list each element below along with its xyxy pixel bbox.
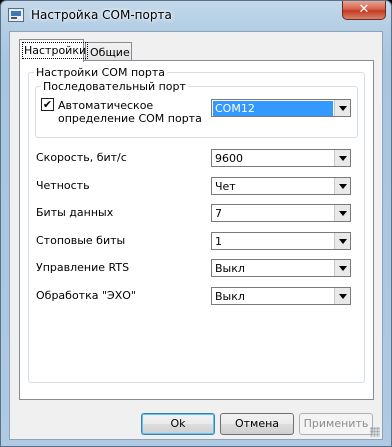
tab-general[interactable]: Общие [85, 42, 132, 61]
chevron-down-icon[interactable] [334, 178, 350, 194]
cancel-button[interactable]: Отмена [220, 413, 294, 435]
echo-handling-select[interactable]: Выкл [211, 287, 351, 305]
echo-handling-label: Обработка "ЭХО" [36, 289, 136, 302]
echo-handling-value: Выкл [215, 290, 245, 303]
tab-general-label: Общие [90, 46, 130, 59]
apply-button[interactable]: Применить [299, 413, 373, 435]
com-settings-group-title: Настройки COM порта [34, 66, 167, 79]
tab-settings[interactable]: Настройки [19, 39, 89, 62]
auto-detect-label-line1: Автоматическое [58, 99, 154, 112]
com-settings-group: Настройки COM порта Последовательный пор… [28, 66, 365, 383]
chevron-down-icon[interactable] [334, 100, 350, 116]
data-bits-label: Биты данных [36, 206, 114, 219]
serial-port-group: Последовательный порт ✔ Автоматическое о… [35, 80, 358, 138]
baud-rate-select[interactable]: 9600 [211, 149, 351, 167]
auto-detect-label-line2: определение COM порта [58, 112, 202, 125]
close-button[interactable]: ✕ [342, 1, 386, 20]
chevron-down-icon[interactable] [334, 150, 350, 166]
dialog-client-area: Настройки Общие Настройки COM порта Посл… [9, 31, 383, 440]
baud-rate-label: Скорость, бит/с [36, 151, 127, 164]
baud-rate-value: 9600 [215, 152, 243, 165]
resize-grip-icon[interactable] [370, 427, 380, 437]
stop-bits-value: 1 [215, 235, 222, 248]
window-title: Настройка COM-порта [31, 8, 172, 22]
auto-detect-checkbox[interactable]: ✔ [41, 98, 54, 111]
rts-control-select[interactable]: Выкл [211, 259, 351, 277]
stop-bits-select[interactable]: 1 [211, 232, 351, 250]
data-bits-select[interactable]: 7 [211, 204, 351, 222]
tab-settings-label: Настройки [21, 42, 89, 59]
chevron-down-icon[interactable] [334, 233, 350, 249]
chevron-down-icon[interactable] [334, 288, 350, 304]
ok-button[interactable]: Ok [141, 413, 215, 435]
parity-select[interactable]: Чет [211, 177, 351, 195]
title-bar[interactable]: Настройка COM-порта ✕ [1, 1, 391, 31]
parity-label: Четность [36, 179, 90, 192]
com-port-select[interactable]: COM12 [211, 99, 351, 117]
chevron-down-icon[interactable] [334, 205, 350, 221]
com-port-value: COM12 [213, 101, 333, 116]
dialog-window: Настройка COM-порта ✕ Настройки Общие На… [0, 0, 392, 447]
chevron-down-icon[interactable] [334, 260, 350, 276]
stop-bits-label: Стоповые биты [36, 234, 126, 247]
app-icon [8, 8, 24, 22]
data-bits-value: 7 [215, 207, 222, 220]
rts-control-label: Управление RTS [36, 261, 130, 274]
tab-panel-settings: Настройки COM порта Последовательный пор… [19, 60, 374, 400]
rts-control-value: Выкл [215, 262, 245, 275]
parity-value: Чет [215, 180, 236, 193]
serial-port-group-title: Последовательный порт [41, 80, 188, 93]
